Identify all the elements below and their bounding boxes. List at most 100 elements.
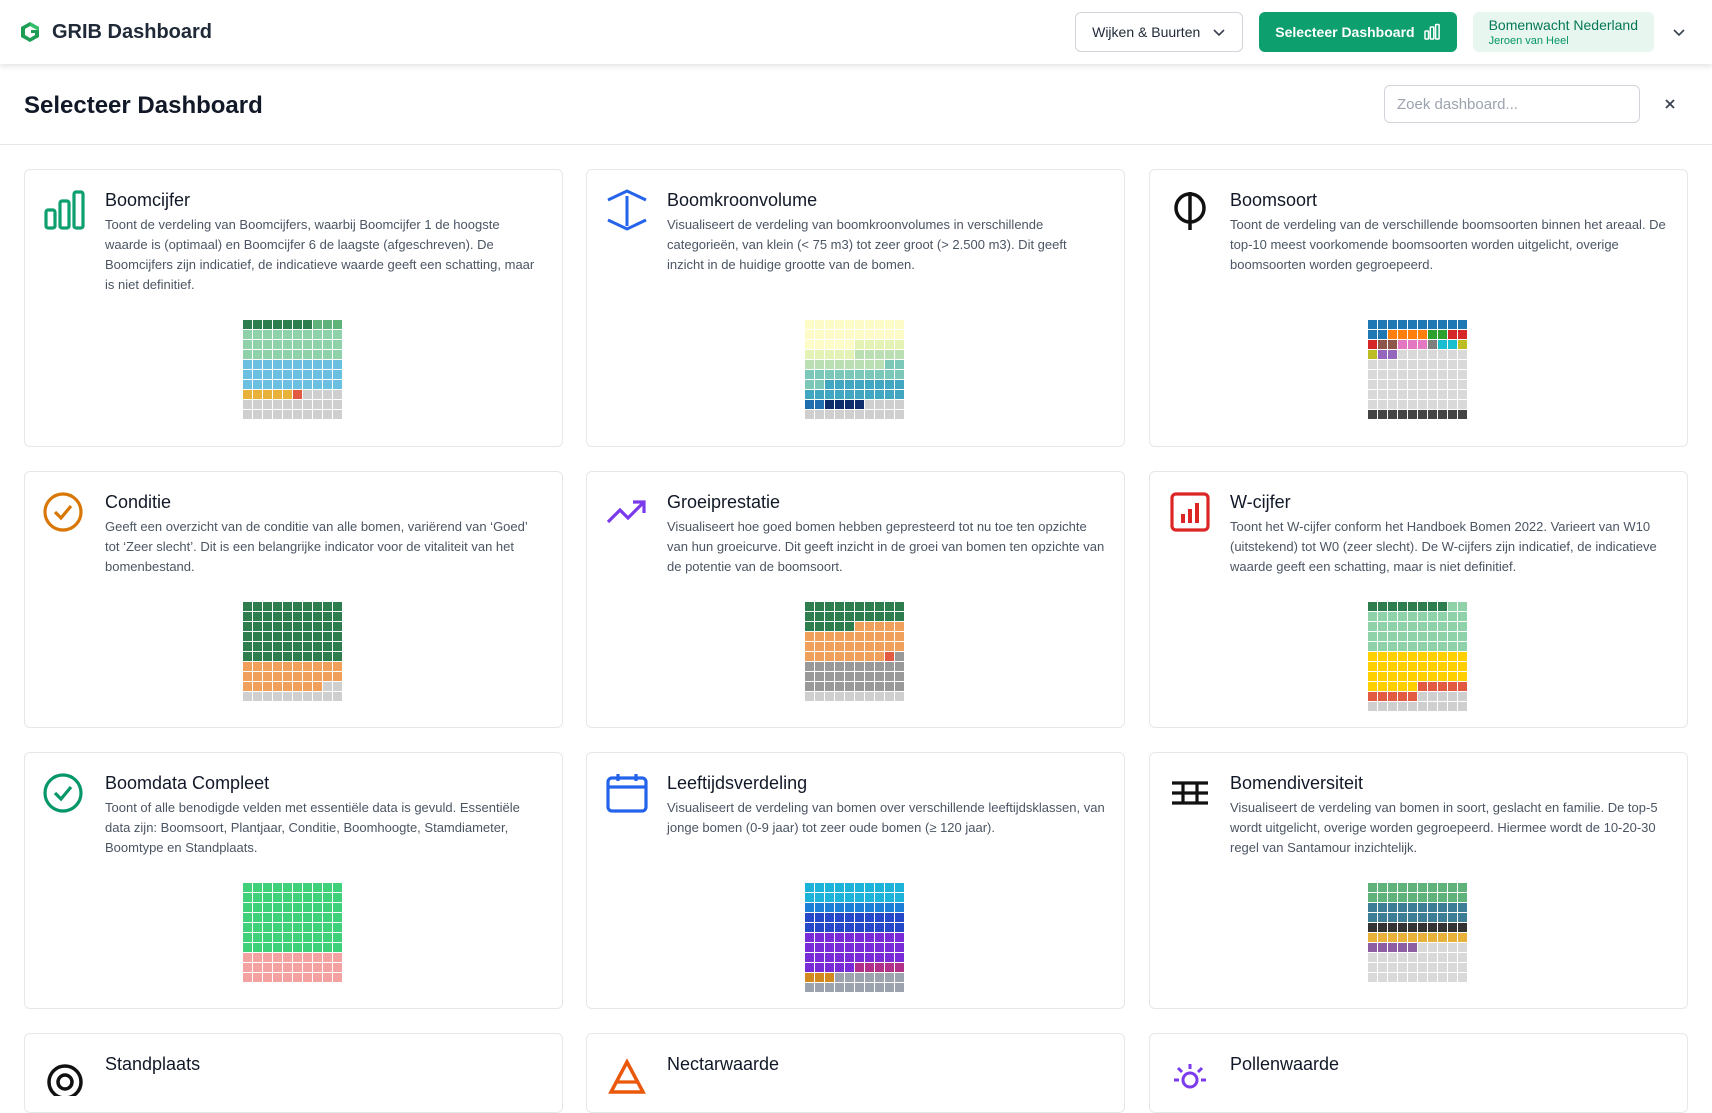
waffle-cell bbox=[1378, 400, 1387, 409]
waffle-cell bbox=[273, 903, 282, 912]
dashboard-card-boomsoort[interactable]: Boomsoort Toont de verdeling van de vers… bbox=[1149, 169, 1688, 447]
waffle-cell bbox=[1438, 400, 1447, 409]
waffle-preview bbox=[1368, 883, 1469, 984]
waffle-cell bbox=[303, 602, 312, 611]
account-chevron-down-icon[interactable] bbox=[1672, 25, 1686, 39]
dashboard-card-boomcijfer[interactable]: Boomcijfer Toont de verdeling van Boomci… bbox=[24, 169, 563, 447]
dashboard-card-boomkroonvolume[interactable]: Boomkroonvolume Visualiseert de verdelin… bbox=[586, 169, 1125, 447]
area-select[interactable]: Wijken & Buurten bbox=[1075, 12, 1244, 52]
waffle-cell bbox=[825, 350, 834, 359]
waffle-cell bbox=[1448, 390, 1457, 399]
waffle-cell bbox=[875, 380, 884, 389]
waffle-cell bbox=[895, 642, 904, 651]
dashboard-card-leeftijdsverdeling[interactable]: Leeftijdsverdeling Visualiseert de verde… bbox=[586, 752, 1125, 1009]
waffle-cell bbox=[243, 330, 252, 339]
waffle-cell bbox=[243, 662, 252, 671]
waffle-cell bbox=[1368, 973, 1377, 982]
waffle-cell bbox=[1428, 933, 1437, 942]
dashboard-card-w-cijfer[interactable]: W-cijfer Toont het W-cijfer conform het … bbox=[1149, 471, 1688, 728]
dashboard-card-bomendiversiteit[interactable]: Bomendiversiteit Visualiseert de verdeli… bbox=[1149, 752, 1688, 1009]
waffle-cell bbox=[1438, 642, 1447, 651]
organization-switcher[interactable]: Bomenwacht Nederland Jeroen van Heel bbox=[1472, 12, 1654, 52]
waffle-cell bbox=[895, 370, 904, 379]
select-dashboard-button[interactable]: Selecteer Dashboard bbox=[1259, 12, 1457, 52]
dashboard-card-conditie[interactable]: Conditie Geeft een overzicht van de cond… bbox=[24, 471, 563, 728]
waffle-cell bbox=[865, 330, 874, 339]
waffle-cell bbox=[805, 360, 814, 369]
waffle-cell bbox=[323, 943, 332, 952]
waffle-cell bbox=[253, 672, 262, 681]
diversity-icon bbox=[1172, 781, 1208, 805]
waffle-cell bbox=[293, 963, 302, 972]
waffle-cell bbox=[1368, 632, 1377, 641]
waffle-cell bbox=[253, 320, 262, 329]
waffle-cell bbox=[253, 602, 262, 611]
waffle-cell bbox=[323, 632, 332, 641]
waffle-cell bbox=[805, 380, 814, 389]
waffle-cell bbox=[283, 370, 292, 379]
waffle-cell bbox=[1448, 360, 1457, 369]
waffle-cell bbox=[1408, 370, 1417, 379]
dashboard-card-standplaats[interactable]: Standplaats bbox=[24, 1033, 563, 1113]
waffle-cell bbox=[1428, 692, 1437, 701]
waffle-cell bbox=[253, 943, 262, 952]
waffle-cell bbox=[835, 973, 844, 982]
waffle-cell bbox=[1368, 400, 1377, 409]
card-description: Visualiseert de verdeling van bomen over… bbox=[667, 800, 1105, 835]
waffle-cell bbox=[1458, 953, 1467, 962]
waffle-cell bbox=[263, 612, 272, 621]
waffle-cell bbox=[895, 692, 904, 701]
waffle-cell bbox=[1398, 662, 1407, 671]
waffle-cell bbox=[855, 340, 864, 349]
dashboard-card-boomdata-compleet[interactable]: Boomdata Compleet Toont of alle benodigd… bbox=[24, 752, 563, 1009]
waffle-cell bbox=[1378, 410, 1387, 419]
waffle-cell bbox=[865, 662, 874, 671]
waffle-cell bbox=[243, 380, 252, 389]
waffle-cell bbox=[845, 410, 854, 419]
waffle-cell bbox=[313, 913, 322, 922]
waffle-cell bbox=[835, 370, 844, 379]
bar-chart-icon bbox=[44, 190, 85, 230]
waffle-cell bbox=[1408, 320, 1417, 329]
waffle-cell bbox=[1368, 883, 1377, 892]
waffle-cell bbox=[875, 883, 884, 892]
waffle-cell bbox=[885, 923, 894, 932]
waffle-cell bbox=[333, 662, 342, 671]
waffle-cell bbox=[263, 692, 272, 701]
waffle-cell bbox=[875, 400, 884, 409]
waffle-cell bbox=[855, 380, 864, 389]
brand[interactable]: GRIB Dashboard bbox=[18, 20, 212, 44]
waffle-cell bbox=[825, 923, 834, 932]
waffle-cell bbox=[875, 913, 884, 922]
waffle-cell bbox=[313, 400, 322, 409]
waffle-cell bbox=[313, 903, 322, 912]
card-description: Visualiseert de verdeling van boomkroonv… bbox=[667, 217, 1067, 272]
target-icon bbox=[47, 1064, 83, 1096]
waffle-cell bbox=[263, 380, 272, 389]
waffle-cell bbox=[865, 973, 874, 982]
waffle-cell bbox=[1398, 973, 1407, 982]
waffle-cell bbox=[1398, 370, 1407, 379]
waffle-cell bbox=[1428, 973, 1437, 982]
waffle-cell bbox=[243, 913, 252, 922]
dashboard-card-pollenwaarde[interactable]: Pollenwaarde bbox=[1149, 1033, 1688, 1113]
waffle-cell bbox=[243, 642, 252, 651]
waffle-cell bbox=[885, 963, 894, 972]
waffle-cell bbox=[865, 883, 874, 892]
waffle-cell bbox=[273, 662, 282, 671]
waffle-cell bbox=[895, 943, 904, 952]
search-input[interactable] bbox=[1384, 85, 1640, 123]
dashboard-card-groeiprestatie[interactable]: Groeiprestatie Visualiseert hoe goed bom… bbox=[586, 471, 1125, 728]
waffle-cell bbox=[313, 692, 322, 701]
close-icon[interactable] bbox=[1662, 96, 1678, 112]
waffle-cell bbox=[283, 642, 292, 651]
waffle-cell bbox=[243, 973, 252, 982]
waffle-cell bbox=[1428, 320, 1437, 329]
grib-logo-icon bbox=[21, 22, 39, 42]
waffle-cell bbox=[323, 903, 332, 912]
waffle-cell bbox=[1458, 632, 1467, 641]
dashboard-card-nectarwaarde[interactable]: Nectarwaarde bbox=[586, 1033, 1125, 1113]
waffle-cell bbox=[1368, 410, 1377, 419]
waffle-cell bbox=[1408, 923, 1417, 932]
waffle-cell bbox=[323, 370, 332, 379]
